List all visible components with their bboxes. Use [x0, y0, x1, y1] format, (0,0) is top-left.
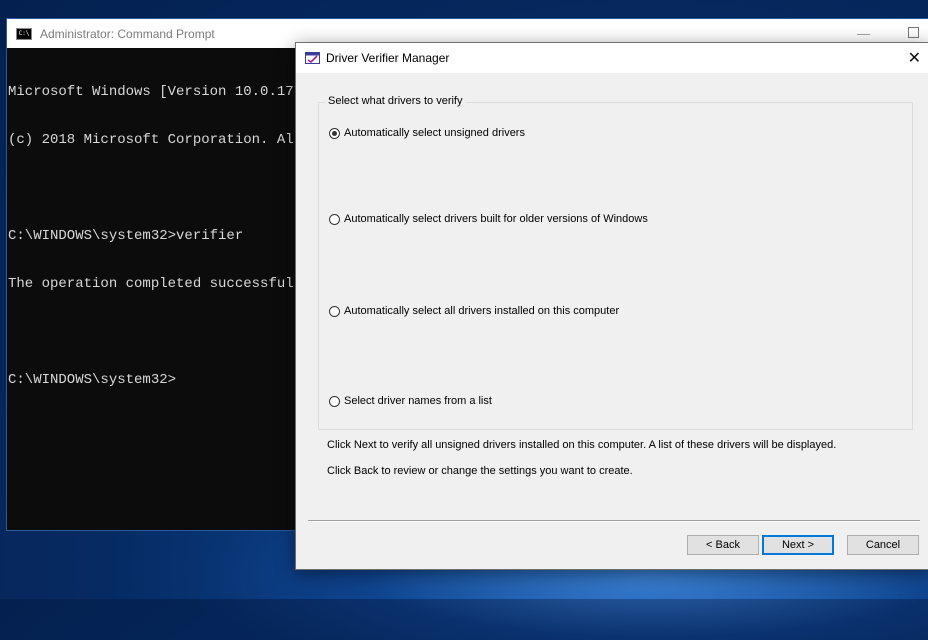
- close-icon[interactable]: ✕: [908, 48, 921, 68]
- cancel-button[interactable]: Cancel: [847, 535, 919, 555]
- back-button[interactable]: < Back: [687, 535, 759, 555]
- radio-label: Automatically select unsigned drivers: [344, 127, 525, 139]
- radio-all-drivers[interactable]: Automatically select all drivers install…: [329, 305, 619, 317]
- radio-unsigned-drivers[interactable]: Automatically select unsigned drivers: [329, 127, 525, 139]
- console-icon: C:\: [16, 27, 32, 40]
- radio-label: Select driver names from a list: [344, 395, 492, 407]
- radio-button-selected-icon[interactable]: [329, 127, 340, 139]
- radio-older-windows-drivers[interactable]: Automatically select drivers built for o…: [329, 213, 648, 225]
- info-text-next: Click Next to verify all unsigned driver…: [327, 439, 837, 451]
- divider: [308, 520, 920, 522]
- radio-label: Automatically select drivers built for o…: [344, 213, 648, 225]
- dialog-title: Driver Verifier Manager: [326, 51, 450, 65]
- driver-verifier-dialog[interactable]: Driver Verifier Manager ✕ Select what dr…: [295, 42, 928, 570]
- cmd-window-title: Administrator: Command Prompt: [40, 26, 215, 41]
- radio-select-from-list[interactable]: Select driver names from a list: [329, 395, 492, 407]
- driver-selection-group: Select what drivers to verify Automatica…: [318, 95, 913, 430]
- radio-button-icon[interactable]: [329, 395, 340, 407]
- minimize-icon[interactable]: —: [857, 26, 870, 41]
- dialog-titlebar[interactable]: Driver Verifier Manager ✕: [296, 43, 928, 73]
- verifier-icon: [305, 52, 320, 64]
- radio-button-icon[interactable]: [329, 213, 340, 225]
- group-label: Select what drivers to verify: [325, 95, 466, 107]
- info-text-back: Click Back to review or change the setti…: [327, 465, 633, 477]
- radio-button-icon[interactable]: [329, 305, 340, 317]
- radio-label: Automatically select all drivers install…: [344, 305, 620, 317]
- next-button[interactable]: Next >: [762, 535, 834, 555]
- maximize-icon[interactable]: [908, 27, 919, 38]
